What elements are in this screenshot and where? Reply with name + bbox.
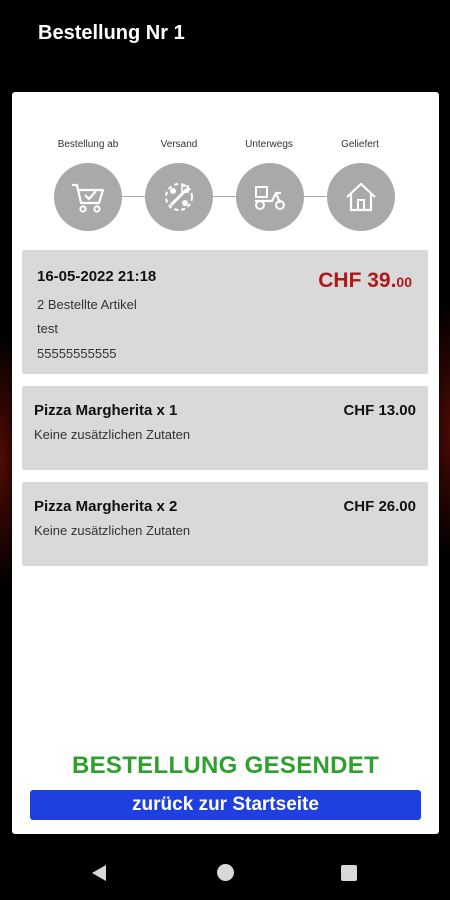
recent-apps-icon[interactable] [341, 865, 357, 881]
step-label-on-the-way: Unterwegs [245, 139, 293, 150]
step-label-delivered: Geliefert [341, 139, 379, 150]
customer-name: test [37, 321, 58, 336]
item-extras: Keine zusätzlichen Zutaten [34, 523, 191, 538]
item-price: CHF 13.00 [343, 402, 416, 419]
step-delivered [327, 163, 395, 231]
order-progress-steps: Bestellung ab Versand Unterwegs Geliefer… [12, 92, 439, 242]
order-total-main: CHF 39. [318, 269, 397, 292]
order-item: Pizza Margherita x 2 Keine zusätzlichen … [22, 482, 428, 566]
step-connector [303, 196, 329, 197]
app-bar: Bestellung Nr 1 [0, 0, 450, 70]
back-to-home-button[interactable]: zurück zur Startseite [30, 790, 421, 820]
item-count: 2 Bestellte Artikel [37, 297, 137, 312]
customer-phone: 55555555555 [37, 346, 117, 361]
system-navigation-bar [0, 846, 450, 900]
order-item: Pizza Margherita x 1 Keine zusätzlichen … [22, 386, 428, 470]
item-name: Pizza Margherita x 2 [34, 498, 178, 515]
order-total-cents: 00 [396, 274, 412, 290]
house-icon [346, 182, 376, 212]
step-on-the-way [236, 163, 304, 231]
cart-check-icon [72, 183, 105, 213]
scooter-icon [255, 186, 285, 210]
page-title: Bestellung Nr 1 [38, 22, 185, 44]
order-date: 16-05-2022 21:18 [37, 268, 157, 285]
shipping-tools-icon [165, 183, 193, 211]
order-total: CHF 39.00 [318, 269, 412, 293]
item-extras: Keine zusätzlichen Zutaten [34, 427, 191, 442]
step-ordered [54, 163, 122, 231]
step-label-ordered: Bestellung ab [57, 139, 119, 150]
step-connector [212, 196, 238, 197]
item-price: CHF 26.00 [343, 498, 416, 515]
item-name: Pizza Margherita x 1 [34, 402, 178, 419]
step-shipping [145, 163, 213, 231]
order-sent-status: BESTELLUNG GESENDET [71, 752, 380, 779]
back-icon[interactable] [92, 865, 106, 881]
order-summary: 16-05-2022 21:18 2 Bestellte Artikel tes… [22, 250, 428, 374]
order-card: Bestellung ab Versand Unterwegs Geliefer… [12, 92, 439, 834]
step-label-shipping: Versand [160, 139, 198, 150]
home-icon[interactable] [217, 864, 234, 881]
